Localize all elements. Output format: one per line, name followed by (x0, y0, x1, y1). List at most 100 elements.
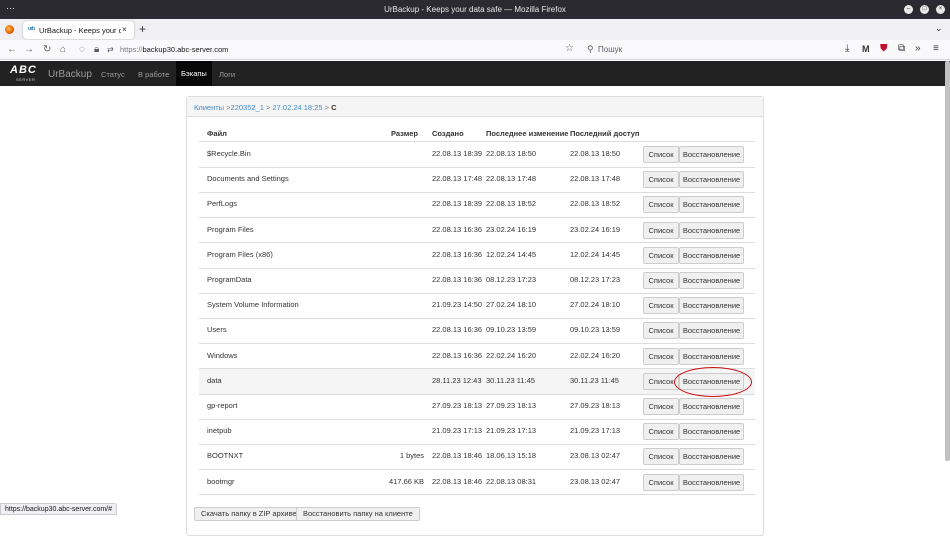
column-header-accessed: Последний доступ (570, 129, 640, 138)
file-name-cell[interactable]: gp-report (207, 401, 237, 410)
modified-cell: 09.10.23 13:59 (486, 325, 537, 335)
extensions-icon[interactable]: ⧉ (898, 43, 905, 54)
breadcrumb-backup[interactable]: 27.02.24 18:25 (272, 103, 322, 112)
restore-button[interactable]: Восстановление (679, 196, 744, 214)
permissions-icon[interactable]: ⇄ (107, 45, 114, 54)
browser-tab[interactable]: urb UrBackup - Keeps your data × (23, 21, 134, 39)
close-window-icon[interactable]: × (936, 5, 945, 14)
restore-to-client-button[interactable]: Восстановить папку на клиенте (296, 507, 420, 521)
restore-button[interactable]: Восстановление (679, 473, 744, 491)
modified-cell: 21.09.23 17:13 (486, 426, 537, 436)
list-button[interactable]: Список (643, 221, 679, 239)
back-icon[interactable]: ← (7, 44, 17, 55)
list-button[interactable]: Список (643, 146, 679, 163)
file-name-cell[interactable]: ProgramData (207, 275, 252, 284)
modified-cell: 18.06.13 15:18 (486, 451, 537, 461)
list-button[interactable]: Список (643, 398, 679, 415)
list-button[interactable]: Список (643, 423, 679, 441)
file-name-cell[interactable]: PerfLogs (207, 199, 237, 208)
forward-icon[interactable]: → (24, 44, 34, 55)
restore-button[interactable]: Восстановление (679, 272, 744, 289)
file-name-cell[interactable]: data (207, 376, 222, 385)
table-row: BOOTNXT 1 bytes 22.08.13 18:46 18.06.13 15:… (199, 444, 755, 469)
file-name-cell[interactable]: Users (207, 325, 227, 334)
restore-button[interactable]: Восстановление (679, 297, 744, 315)
restore-button[interactable]: Восстановление (679, 246, 744, 264)
accessed-cell: 22.02.24 16:20 (570, 350, 621, 360)
gmail-icon[interactable]: M (862, 44, 870, 54)
file-name-cell[interactable]: $Recycle.Bin (207, 149, 251, 158)
file-name-cell[interactable]: System Volume Information (207, 300, 299, 309)
downloads-icon[interactable]: ⤓ (845, 43, 849, 54)
app-brand[interactable]: UrBackup (48, 69, 92, 80)
new-tab-icon[interactable]: + (139, 22, 146, 36)
file-name-cell[interactable]: inetpub (207, 426, 232, 435)
file-name-cell[interactable]: BOOTNXT (207, 451, 243, 460)
bookmark-star-icon[interactable]: ☆ (565, 43, 574, 54)
column-header-file: Файл (207, 129, 227, 138)
nav-status[interactable]: Статус (101, 70, 125, 79)
restore-button[interactable]: Восстановление (679, 448, 744, 466)
firefox-icon[interactable] (5, 25, 14, 34)
ublock-shield-icon[interactable]: ⛊ (880, 43, 888, 54)
list-button[interactable]: Список (643, 347, 679, 365)
list-button[interactable]: Список (643, 473, 679, 491)
tab-close-icon[interactable]: × (122, 25, 127, 34)
tab-list-chevron-icon[interactable]: ⌄ (935, 23, 943, 34)
restore-button[interactable]: Восстановление (679, 423, 744, 441)
table-row: Program Files (x86) 22.08.13 16:36 12.02.2… (199, 243, 755, 268)
scrollbar[interactable] (945, 61, 950, 461)
created-cell: 22.08.13 16:36 (432, 224, 483, 234)
restore-button[interactable]: Восстановление (679, 398, 744, 415)
nav-in-progress[interactable]: В работе (138, 70, 169, 79)
list-button[interactable]: Список (643, 372, 679, 390)
tab-title: UrBackup - Keeps your data (39, 26, 121, 35)
breadcrumb-client[interactable]: 220352_1 (231, 103, 264, 112)
abc-server-logo[interactable]: ABC SERVER (10, 64, 44, 84)
restore-button[interactable]: Восстановление (679, 221, 744, 239)
list-button[interactable]: Список (643, 171, 679, 189)
created-cell: 22.08.13 18:46 (432, 451, 483, 461)
accessed-cell: 23.08.13 02:47 (570, 451, 621, 461)
list-button[interactable]: Список (643, 297, 679, 315)
accessed-cell: 22.08.13 17:48 (570, 174, 621, 184)
restore-button[interactable]: Восстановление (679, 171, 744, 189)
home-icon[interactable]: ⌂ (60, 44, 66, 55)
modified-cell: 27.02.24 18:10 (486, 300, 537, 310)
accessed-cell: 09.10.23 13:59 (570, 325, 621, 335)
file-name-cell[interactable]: Windows (207, 351, 237, 360)
file-name-cell[interactable]: Documents and Settings (207, 174, 289, 183)
restore-button[interactable]: Восстановление (679, 322, 744, 340)
table-row: PerfLogs 22.08.13 18:39 22.08.13 18:52 22.0… (199, 192, 755, 217)
url-bar[interactable]: https://backup30.abc-server.com (120, 45, 228, 54)
nav-backups[interactable]: Бэкапы (176, 61, 212, 86)
lock-icon[interactable]: 🔒︎ (94, 44, 99, 55)
restore-button[interactable]: Восстановление (679, 372, 744, 390)
maximize-icon[interactable]: □ (920, 5, 929, 14)
shield-icon[interactable]: ◌ (79, 44, 85, 55)
download-zip-button[interactable]: Скачать папку в ZIP архиве (194, 507, 304, 521)
list-button[interactable]: Список (643, 322, 679, 340)
file-name-cell[interactable]: Program Files (207, 225, 254, 234)
list-button[interactable]: Список (643, 246, 679, 264)
list-button[interactable]: Список (643, 196, 679, 214)
table-row: gp-report 27.09.23 18:13 27.09.23 18:13 27.… (199, 394, 755, 419)
created-cell: 22.08.13 18:39 (432, 199, 483, 209)
created-cell: 28.11.23 12:43 (432, 375, 482, 385)
list-button[interactable]: Список (643, 448, 679, 466)
restore-button[interactable]: Восстановление (679, 146, 744, 163)
minimize-icon[interactable]: – (904, 5, 913, 14)
row-divider (199, 494, 755, 496)
restore-button[interactable]: Восстановление (679, 347, 744, 365)
search-input[interactable]: ⚲ Пошук (585, 43, 825, 57)
reload-icon[interactable]: ↻ (43, 44, 51, 55)
file-name-cell[interactable]: Program Files (x86) (207, 250, 273, 259)
created-cell: 21.09.23 17:13 (432, 426, 483, 436)
nav-logs[interactable]: Логи (219, 70, 235, 79)
list-button[interactable]: Список (643, 272, 679, 289)
breadcrumb-clients[interactable]: Клиенты (194, 103, 224, 112)
hamburger-menu-icon[interactable]: ≡ (933, 43, 939, 54)
overflow-chevron-icon[interactable]: » (915, 43, 921, 54)
file-name-cell[interactable]: bootmgr (207, 477, 235, 486)
accessed-cell: 23.02.24 16:19 (570, 224, 621, 234)
